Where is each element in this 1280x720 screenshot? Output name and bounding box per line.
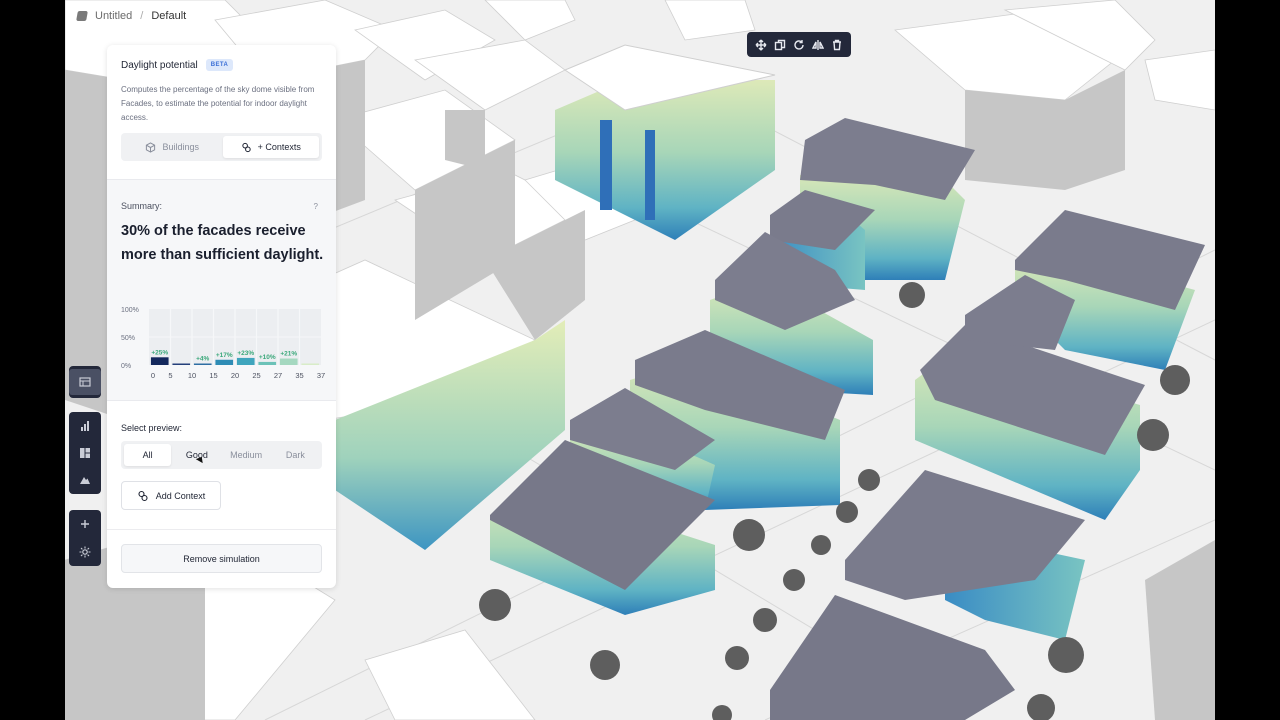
- context-icon: [241, 142, 251, 152]
- tab-contexts-label: + Contexts: [257, 142, 301, 152]
- rotate-icon[interactable]: [791, 37, 807, 53]
- x-tick-label: 27: [274, 371, 282, 380]
- x-tick-label: 25: [252, 371, 260, 380]
- breadcrumb: Untitled / Default: [76, 10, 186, 22]
- preview-toggle: All Good Medium Dark: [121, 441, 322, 469]
- duplicate-icon[interactable]: [772, 37, 788, 53]
- rail-group-table: [69, 366, 101, 398]
- preview-dark[interactable]: Dark: [272, 444, 319, 466]
- rail-group-analysis: [69, 412, 101, 494]
- bar-value-label: +17%: [216, 352, 233, 359]
- tab-contexts[interactable]: + Contexts: [222, 136, 319, 158]
- panel-description: Computes the percentage of the sky dome …: [121, 85, 315, 122]
- x-tick-label: 35: [295, 371, 303, 380]
- bar-value-label: +4%: [196, 356, 209, 363]
- histogram-bar: [236, 357, 255, 365]
- cube-icon: [146, 141, 156, 153]
- scope-toggle: Buildings + Contexts: [121, 133, 322, 161]
- divider: [107, 529, 336, 530]
- rail-group-tools: [69, 510, 101, 566]
- bar-chart-icon[interactable]: [69, 413, 101, 439]
- daylight-histogram: 100% 50% 0% +25% +4% +17% +23% +10% +21% 0 5 10 15 20…: [121, 300, 326, 382]
- x-tick-label: 5: [168, 371, 172, 380]
- 3d-viewport[interactable]: Untitled / Default Daylight potential BE…: [65, 0, 1215, 720]
- app-logo-icon[interactable]: [76, 11, 88, 21]
- y-tick-label: 0%: [121, 363, 131, 370]
- bar-value-label: +10%: [259, 354, 276, 361]
- preview-label: Select preview:: [121, 423, 183, 433]
- histogram-bar: [193, 363, 212, 365]
- panel-title: Daylight potential: [121, 59, 198, 71]
- plus-icon[interactable]: [69, 511, 101, 537]
- add-context-label: Add Context: [155, 490, 206, 501]
- y-tick-label: 100%: [121, 307, 139, 314]
- bar-value-label: +21%: [280, 351, 297, 358]
- histogram-bar: [301, 363, 320, 365]
- bar-value-label: +23%: [237, 350, 254, 357]
- daylight-panel: Daylight potential BETA Computes the per…: [107, 45, 336, 588]
- breadcrumb-project[interactable]: Untitled: [95, 10, 132, 22]
- tab-buildings[interactable]: Buildings: [124, 136, 221, 158]
- breadcrumb-separator: /: [140, 10, 144, 22]
- trash-icon[interactable]: [829, 37, 845, 53]
- x-tick-label: 15: [209, 371, 217, 380]
- context-icon: [138, 490, 148, 501]
- help-icon[interactable]: ?: [314, 202, 318, 211]
- histogram-bar: [150, 357, 169, 365]
- terrain-icon[interactable]: [69, 467, 101, 493]
- remove-simulation-button[interactable]: Remove simulation: [121, 544, 322, 573]
- add-context-button[interactable]: Add Context: [121, 481, 221, 510]
- table-icon[interactable]: [69, 369, 101, 395]
- selection-toolbar: [747, 32, 851, 57]
- tab-buildings-label: Buildings: [162, 142, 200, 152]
- sun-icon[interactable]: [69, 539, 101, 565]
- summary-headline: 30% of the facades receive more than suf…: [121, 223, 324, 263]
- summary-section: Summary: ? 30% of the facades receive mo…: [107, 179, 336, 401]
- x-tick-label: 0: [151, 371, 155, 380]
- preview-all[interactable]: All: [124, 444, 172, 466]
- histogram-bar: [279, 358, 298, 365]
- histogram-bar: [172, 363, 191, 365]
- preview-medium[interactable]: Medium: [223, 444, 270, 466]
- layout-icon[interactable]: [69, 440, 101, 466]
- x-tick-label: 37: [317, 371, 325, 380]
- breadcrumb-view[interactable]: Default: [151, 10, 186, 22]
- y-tick-label: 50%: [121, 335, 135, 342]
- move-icon[interactable]: [753, 37, 769, 53]
- histogram-bar: [215, 359, 234, 365]
- bar-value-label: +25%: [151, 349, 168, 356]
- histogram-bar: [258, 361, 277, 365]
- summary-label: Summary:: [121, 201, 163, 211]
- mirror-icon[interactable]: [810, 37, 826, 53]
- beta-badge: BETA: [205, 59, 234, 71]
- x-tick-label: 20: [231, 371, 239, 380]
- x-tick-label: 10: [188, 371, 196, 380]
